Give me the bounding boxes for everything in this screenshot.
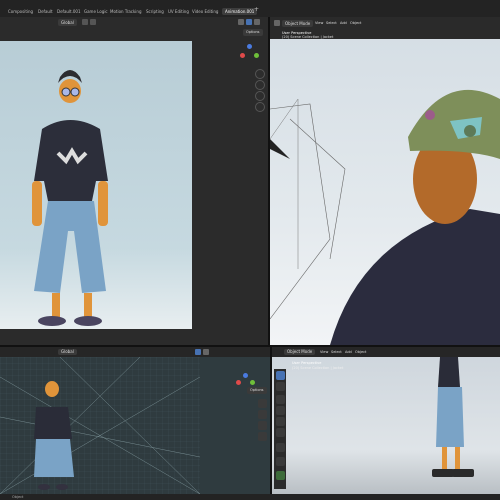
- object-mode-dropdown[interactable]: Object Mode: [284, 349, 316, 355]
- proportional-icon[interactable]: [90, 19, 96, 25]
- viewport-header: Object Mode View Select Add Object: [272, 347, 500, 357]
- menu-view[interactable]: View: [320, 350, 328, 354]
- menu-object[interactable]: Object: [355, 350, 366, 354]
- menu-select[interactable]: Select: [326, 21, 337, 25]
- render-region: [0, 41, 192, 329]
- axis-y-icon[interactable]: [250, 380, 255, 385]
- viewport-bottom-left[interactable]: Global Options: [0, 347, 270, 494]
- workspace-bar: Compositing Default Default.001 Game Log…: [0, 0, 500, 17]
- viewport-top-left[interactable]: Global Options: [0, 17, 268, 345]
- transform-orientation-dropdown[interactable]: Global: [58, 19, 77, 26]
- camera-icon[interactable]: [255, 91, 265, 101]
- tab-default[interactable]: Default: [38, 9, 53, 14]
- zoom-icon[interactable]: [258, 399, 267, 408]
- tool-header-row: User Perspective (20) Scene Collection |…: [270, 30, 500, 39]
- transform-orientation-dropdown[interactable]: Global: [58, 349, 77, 355]
- menu-object[interactable]: Object: [350, 21, 361, 25]
- axis-z-icon[interactable]: [243, 373, 248, 378]
- tab-compositing[interactable]: Compositing: [8, 9, 33, 14]
- viewport-top-right[interactable]: Object Mode View Select Add Object User …: [270, 17, 500, 345]
- axis-x-icon[interactable]: [236, 380, 241, 385]
- area-divider-vertical-bottom[interactable]: [270, 347, 272, 494]
- tab-uv-editing[interactable]: UV Editing: [168, 9, 189, 14]
- tab-video-editing[interactable]: Video Editing: [192, 9, 218, 14]
- area-divider-vertical[interactable]: [268, 17, 270, 347]
- shading-rendered-icon[interactable]: [254, 19, 260, 25]
- snap-icon[interactable]: [82, 19, 88, 25]
- axis-y-icon[interactable]: [254, 53, 259, 58]
- tab-default-001[interactable]: Default.001: [57, 9, 81, 14]
- tab-animation-001[interactable]: Animation.001: [222, 8, 258, 15]
- viewport-header: Global Options: [0, 347, 270, 394]
- viewport-header: Global Options: [0, 17, 268, 36]
- menu-add[interactable]: Add: [345, 350, 352, 354]
- character-side-view: [432, 357, 474, 477]
- add-workspace-button[interactable]: +: [254, 6, 259, 13]
- grid-icon[interactable]: [258, 432, 267, 441]
- shading-solid-icon[interactable]: [238, 19, 244, 25]
- camera-icon[interactable]: [258, 421, 267, 430]
- hand-icon[interactable]: [255, 80, 265, 90]
- status-mode-label: Object: [12, 495, 24, 499]
- character-figure: [32, 70, 108, 326]
- grid-icon[interactable]: [255, 102, 265, 112]
- shading-material-icon[interactable]: [246, 19, 252, 25]
- menu-add[interactable]: Add: [340, 21, 347, 25]
- tab-scripting[interactable]: Scripting: [146, 9, 164, 14]
- zoom-icon[interactable]: [255, 69, 265, 79]
- axis-z-icon[interactable]: [247, 44, 252, 49]
- tab-motion-tracking[interactable]: Motion Tracking: [110, 9, 141, 14]
- options-button[interactable]: Options: [243, 29, 263, 36]
- wireframe-view: [0, 357, 201, 494]
- viewport-header: Object Mode View Select Add Object: [270, 17, 500, 30]
- area-divider-horizontal[interactable]: [0, 345, 500, 347]
- shading-rendered-icon[interactable]: [203, 349, 209, 355]
- menu-view[interactable]: View: [315, 21, 323, 25]
- scene-render: [270, 89, 500, 345]
- hand-icon[interactable]: [258, 410, 267, 419]
- axis-x-icon[interactable]: [240, 53, 245, 58]
- tab-game-logic[interactable]: Game Logic: [84, 9, 108, 14]
- editor-type-icon[interactable]: [274, 20, 280, 26]
- menu-select[interactable]: Select: [331, 350, 342, 354]
- shading-material-icon[interactable]: [195, 349, 201, 355]
- viewport-bottom-right[interactable]: Object Mode View Select Add Object User …: [272, 347, 500, 494]
- status-bar: Object: [0, 494, 500, 500]
- object-mode-dropdown[interactable]: Object Mode: [282, 20, 314, 27]
